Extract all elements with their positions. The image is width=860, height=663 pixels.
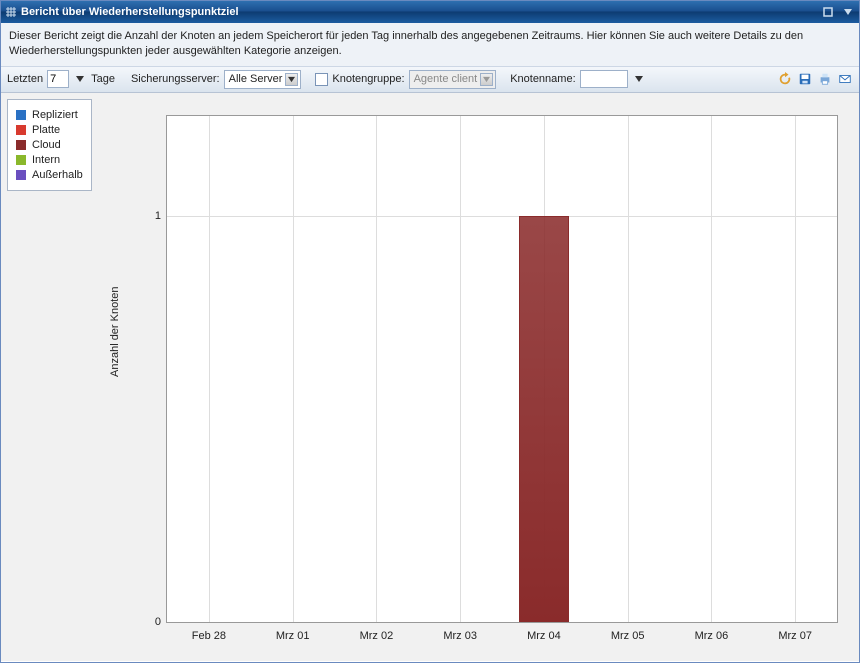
chart-plot[interactable]: 0 1 Feb 28 Mrz 01 Mrz 02 Mrz 03 Mrz 04 M… <box>166 115 838 623</box>
legend-label: Intern <box>32 154 60 166</box>
legend-item[interactable]: Platte <box>16 124 83 136</box>
report-grid-icon <box>5 6 17 18</box>
gridline <box>795 116 796 622</box>
nodename-dropdown-icon[interactable] <box>632 71 646 87</box>
legend-swatch <box>16 125 26 135</box>
save-icon[interactable] <box>797 71 813 87</box>
x-tick: Mrz 07 <box>778 630 812 642</box>
x-tick: Mrz 03 <box>443 630 477 642</box>
backup-server-label: Sicherungsserver: <box>131 73 220 85</box>
nodegroup-checkbox[interactable] <box>315 73 328 86</box>
window-title: Bericht über Wiederherstellungspunktziel <box>21 6 821 18</box>
x-tick: Mrz 01 <box>276 630 310 642</box>
chevron-down-icon[interactable] <box>841 5 855 19</box>
legend-swatch <box>16 140 26 150</box>
nodename-label: Knotenname: <box>510 73 575 85</box>
legend-swatch <box>16 155 26 165</box>
backup-server-combo[interactable]: Alle Server <box>224 70 302 89</box>
legend-swatch <box>16 110 26 120</box>
email-icon[interactable] <box>837 71 853 87</box>
last-label-suffix: Tage <box>91 73 115 85</box>
backup-server-value: Alle Server <box>229 73 283 85</box>
x-tick: Mrz 06 <box>695 630 729 642</box>
chart-bar[interactable] <box>519 216 569 622</box>
legend-item[interactable]: Cloud <box>16 139 83 151</box>
y-axis-label: Anzahl der Knoten <box>109 286 121 377</box>
chart-container: Repliziert Platte Cloud Intern Außerhalb… <box>1 93 859 661</box>
legend-item[interactable]: Außerhalb <box>16 169 83 181</box>
chevron-down-icon <box>480 73 493 86</box>
y-tick: 1 <box>155 210 161 222</box>
legend-label: Cloud <box>32 139 61 151</box>
legend-label: Platte <box>32 124 60 136</box>
gridline <box>293 116 294 622</box>
last-label-prefix: Letzten <box>7 73 43 85</box>
legend-item[interactable]: Intern <box>16 154 83 166</box>
print-icon[interactable] <box>817 71 833 87</box>
legend-label: Außerhalb <box>32 169 83 181</box>
x-tick: Mrz 05 <box>611 630 645 642</box>
x-tick: Mrz 02 <box>360 630 394 642</box>
x-tick: Feb 28 <box>192 630 226 642</box>
last-days-dropdown-icon[interactable] <box>73 71 87 87</box>
refresh-icon[interactable] <box>777 71 793 87</box>
chevron-down-icon <box>285 73 298 86</box>
nodegroup-label: Knotengruppe: <box>332 73 404 85</box>
chart-legend: Repliziert Platte Cloud Intern Außerhalb <box>7 99 92 191</box>
maximize-icon[interactable] <box>821 5 835 19</box>
gridline <box>460 116 461 622</box>
legend-item[interactable]: Repliziert <box>16 109 83 121</box>
gridline <box>376 116 377 622</box>
nodegroup-value: Agente client <box>414 73 478 85</box>
filter-toolbar: Letzten Tage Sicherungsserver: Alle Serv… <box>1 67 859 93</box>
window-titlebar: Bericht über Wiederherstellungspunktziel <box>1 1 859 23</box>
x-tick: Mrz 04 <box>527 630 561 642</box>
nodename-input[interactable] <box>580 70 628 88</box>
report-description: Dieser Bericht zeigt die Anzahl der Knot… <box>1 23 859 67</box>
legend-swatch <box>16 170 26 180</box>
last-days-input[interactable] <box>47 70 69 88</box>
legend-label: Repliziert <box>32 109 78 121</box>
gridline <box>628 116 629 622</box>
gridline <box>209 116 210 622</box>
gridline <box>711 116 712 622</box>
gridline <box>167 216 837 217</box>
nodegroup-combo: Agente client <box>409 70 497 89</box>
y-tick: 0 <box>155 616 161 628</box>
